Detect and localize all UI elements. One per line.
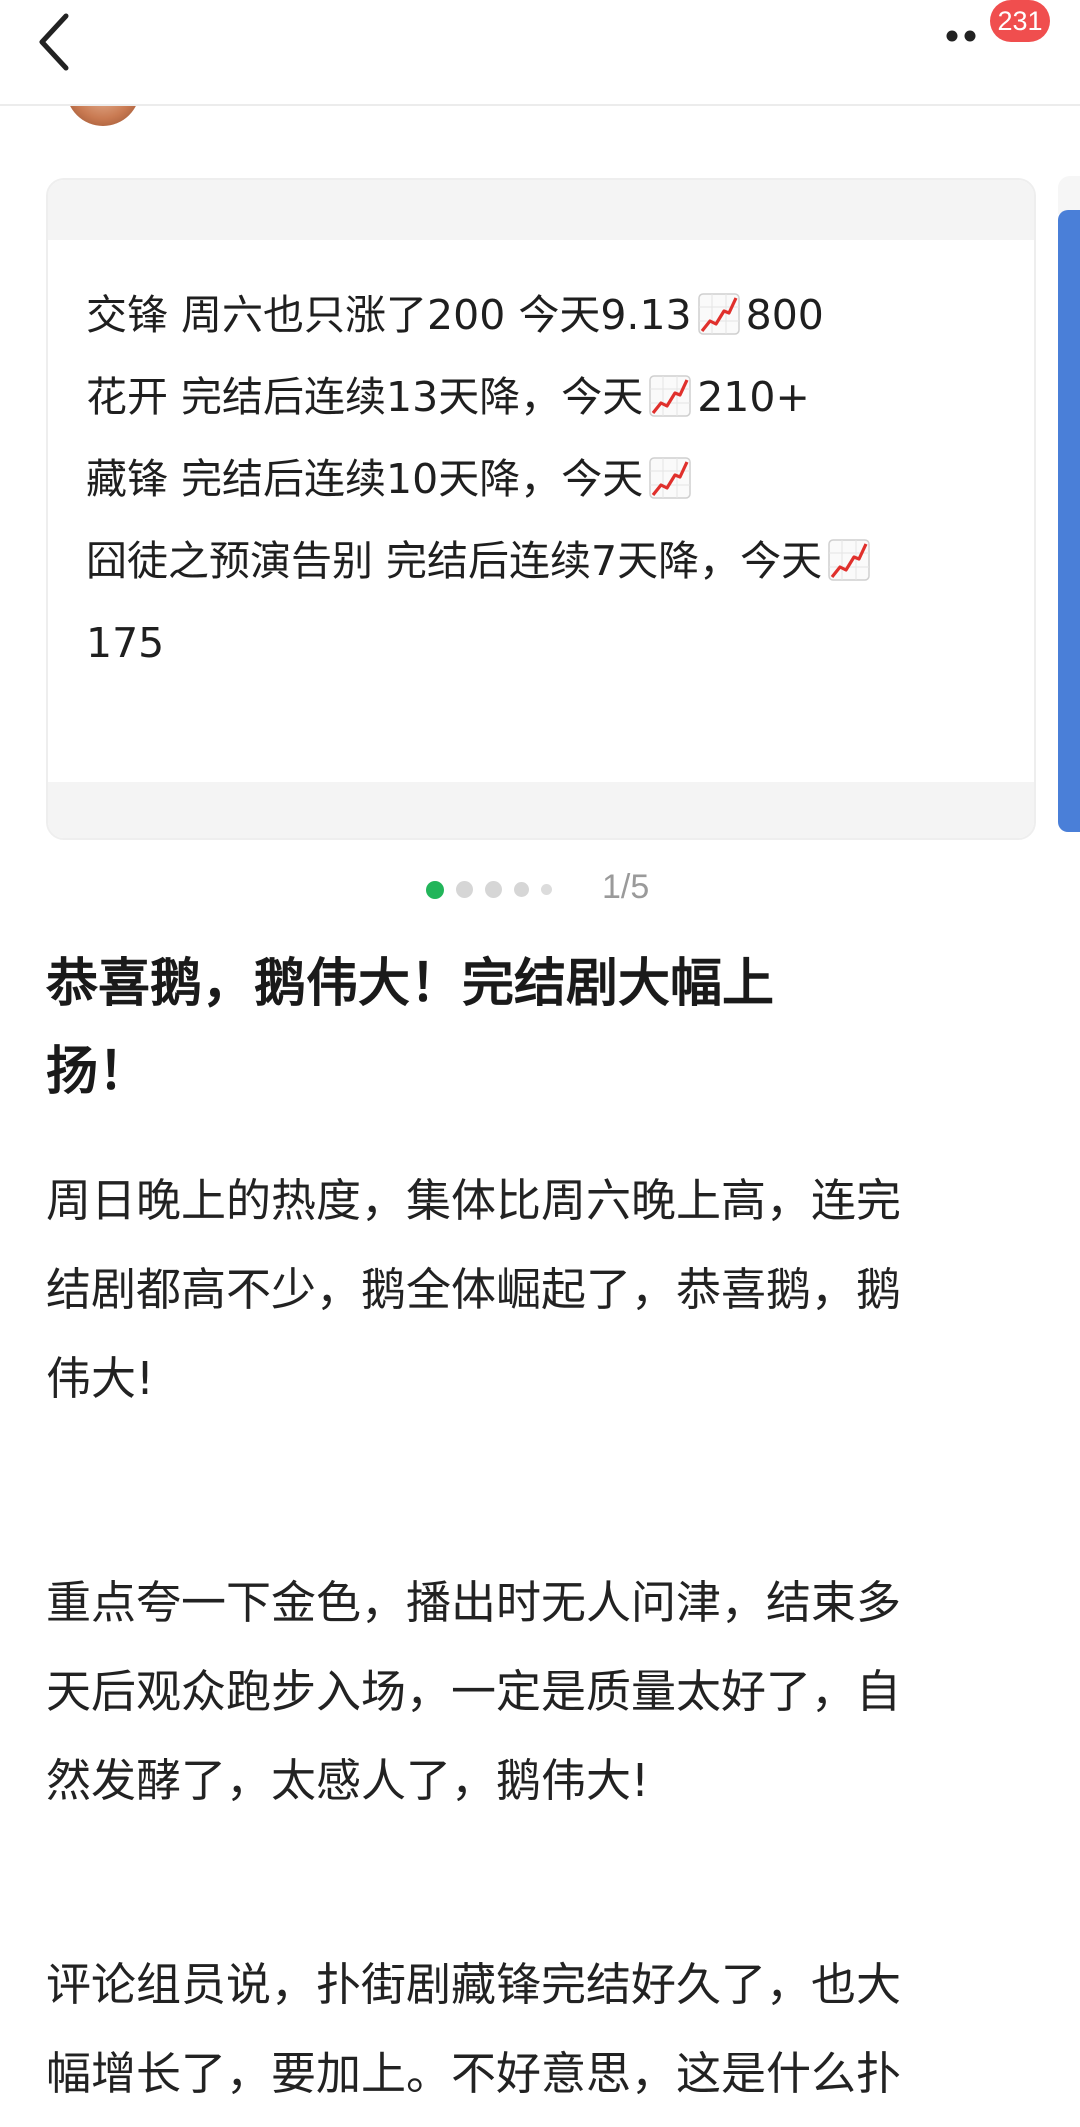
back-button[interactable]: [30, 6, 90, 76]
card-line-5: 175: [86, 602, 1006, 684]
card-line-4: 囧徒之预演告别 完结后连续7天降，今天: [86, 520, 1006, 602]
card-line-1: 交锋 周六也只涨了200 今天9.13 800: [86, 274, 1006, 356]
paragraph-line: 天后观众跑步入场，一定是质量太好了，自: [46, 1665, 902, 1718]
card-line-suffix: 210+: [697, 373, 810, 421]
card-line-3: 藏锋 完结后连续10天降，今天: [86, 438, 1006, 520]
pager-dot-active[interactable]: [426, 881, 444, 899]
chart-increasing-icon: [697, 280, 740, 335]
pager-dot[interactable]: [541, 884, 552, 895]
post-paragraph-1: 周日晚上的热度，集体比周六晚上高，连完 结剧都高不少，鹅全体崛起了，恭喜鹅，鹅 …: [46, 1156, 1036, 1423]
card-line-text: 花开 完结后连续13天降，今天: [86, 373, 644, 421]
post-paragraph-2: 重点夸一下金色，播出时无人问津，结束多 天后观众跑步入场，一定是质量太好了，自 …: [46, 1558, 1036, 1825]
pager-dot[interactable]: [485, 881, 502, 898]
card-line-suffix: 800: [745, 291, 824, 339]
paragraph-line: 结剧都高不少，鹅全体崛起了，恭喜鹅，鹅: [46, 1263, 902, 1316]
notification-badge: 231: [990, 0, 1050, 42]
card-line-text: 藏锋 完结后连续10天降，今天: [86, 455, 644, 503]
card-line-text: 囧徒之预演告别 完结后连续7天降，今天: [86, 537, 823, 585]
chart-increasing-icon: [649, 444, 691, 499]
paragraph-line: 重点夸一下金色，播出时无人问津，结束多: [46, 1576, 902, 1629]
post-title: 恭喜鹅，鹅伟大！完结剧大幅上 扬！: [46, 940, 1006, 1116]
pager-count: 1/5: [602, 868, 650, 906]
chart-increasing-icon: [828, 526, 870, 581]
paragraph-line: 评论组员说，扑街剧藏锋完结好久了，也大: [46, 1958, 902, 2011]
card-bottom-band: [48, 782, 1034, 838]
chart-increasing-icon: [649, 362, 691, 417]
post-title-line: 扬！: [46, 1042, 151, 1102]
card-line-text: 交锋 周六也只涨了200 今天9.13: [86, 291, 692, 339]
next-image-peek-top: [1058, 176, 1080, 214]
card-text-block: 交锋 周六也只涨了200 今天9.13 800 花开 完结后连续13天降，今天 21…: [86, 274, 1006, 684]
card-line-2: 花开 完结后连续13天降，今天 210+: [86, 356, 1006, 438]
card-line-text: 175: [86, 619, 165, 667]
chevron-left-icon: [39, 13, 69, 71]
card-top-band: [48, 180, 1034, 240]
paragraph-line: 幅增长了，要加上。不好意思，这是什么扑: [46, 2047, 902, 2100]
next-image-peek[interactable]: [1058, 210, 1080, 832]
post-paragraph-3: 评论组员说，扑街剧藏锋完结好久了，也大 幅增长了，要加上。不好意思，这是什么扑: [46, 1940, 1036, 2118]
pager-dot[interactable]: [456, 881, 473, 898]
pager-dot[interactable]: [514, 882, 529, 897]
top-navigation-bar: 231: [0, 0, 1080, 106]
post-title-line: 恭喜鹅，鹅伟大！完结剧大幅上: [46, 954, 775, 1014]
paragraph-line: 伟大!: [46, 1352, 155, 1405]
paragraph-line: 然发酵了，太感人了，鹅伟大!: [46, 1754, 650, 1807]
image-carousel-card[interactable]: 交锋 周六也只涨了200 今天9.13 800 花开 完结后连续13天降，今天 21…: [46, 178, 1036, 840]
paragraph-line: 周日晚上的热度，集体比周六晚上高，连完: [46, 1174, 902, 1227]
